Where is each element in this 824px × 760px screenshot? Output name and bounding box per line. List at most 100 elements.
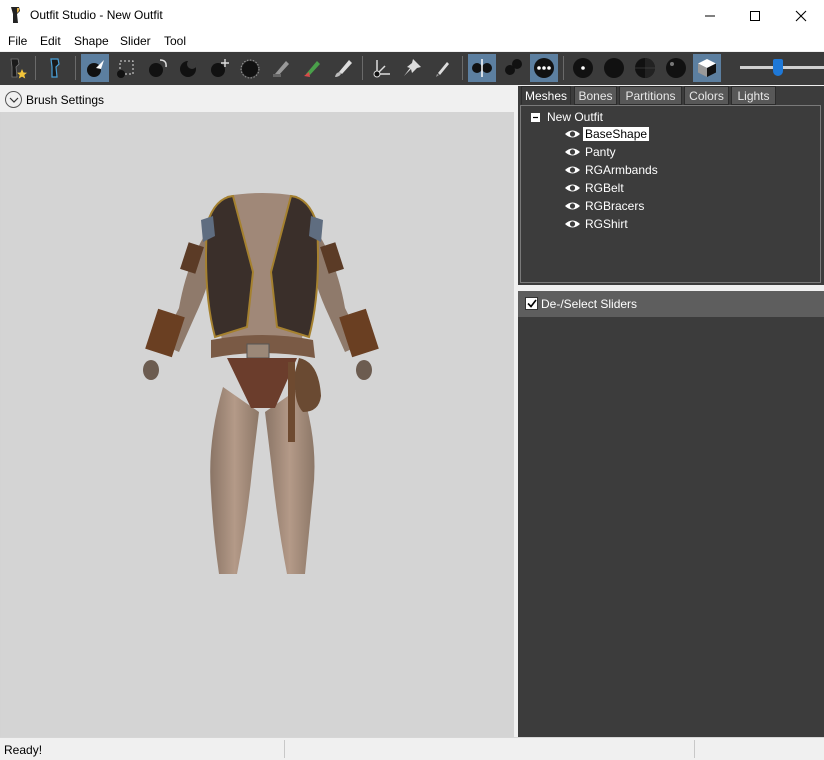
tree-item-label: RGBracers [585, 199, 645, 213]
connected-only-icon [505, 59, 522, 75]
box-select-button[interactable] [112, 54, 140, 82]
vertices-button[interactable] [569, 54, 597, 82]
maximize-icon [750, 10, 760, 21]
flat-shading-button[interactable] [600, 54, 628, 82]
select-sliders-checkbox[interactable] [525, 297, 538, 310]
left-panel: Brush Settings [0, 86, 516, 737]
tree-root-label[interactable]: New Outfit [547, 110, 603, 124]
tree-item-mesh[interactable]: Panty [564, 144, 618, 160]
collapse-icon[interactable] [531, 113, 540, 122]
menu-bar: File Edit Shape Slider Tool [0, 31, 824, 51]
textures-icon [698, 59, 716, 77]
minimize-button[interactable] [687, 0, 733, 31]
eye-icon[interactable] [564, 182, 581, 194]
select-brush-button[interactable] [81, 54, 109, 82]
tree-item-mesh[interactable]: RGShirt [564, 216, 630, 232]
pivot-icon [404, 59, 421, 76]
wireframe-icon [635, 58, 655, 78]
title-bar: Outfit Studio - New Outfit [0, 0, 824, 31]
deflate-brush-button[interactable] [174, 54, 202, 82]
smooth-brush-icon [240, 59, 260, 79]
tab-bones[interactable]: Bones [574, 86, 617, 105]
menu-file[interactable]: File [8, 34, 27, 48]
tree-item-label: RGArmbands [585, 163, 658, 177]
textures-button[interactable] [693, 54, 721, 82]
app-icon [11, 7, 20, 23]
load-outfit-icon [50, 58, 60, 78]
brush-settings-label: Brush Settings [26, 93, 105, 107]
tree-item-label: RGBelt [585, 181, 624, 195]
new-project-button[interactable] [2, 54, 30, 82]
menu-tool[interactable]: Tool [164, 34, 186, 48]
window-title: Outfit Studio - New Outfit [30, 8, 163, 22]
tree-item-mesh[interactable]: RGBelt [564, 180, 626, 196]
color-brush-button[interactable] [329, 54, 357, 82]
chevron-down-icon[interactable] [5, 91, 22, 108]
status-divider [284, 740, 285, 758]
vertex-edit-icon [436, 62, 449, 77]
toolbar-separator [563, 56, 564, 80]
zoom-slider-handle[interactable] [773, 59, 783, 76]
transform-button[interactable] [367, 54, 395, 82]
lighting-icon [666, 58, 686, 78]
tree-item-mesh[interactable]: RGBracers [564, 198, 646, 214]
move-brush-button[interactable] [205, 54, 233, 82]
maximize-button[interactable] [732, 0, 778, 31]
mask-brush-icon [273, 61, 289, 77]
checkmark-icon [526, 299, 537, 308]
weight-brush-button[interactable] [298, 54, 326, 82]
vertices-icon [573, 58, 593, 78]
status-divider [694, 740, 695, 758]
tree-item-label: BaseShape [583, 127, 650, 141]
select-brush-icon [87, 60, 104, 77]
mesh-tree[interactable]: New Outfit BaseShape Panty RGArmbands RG… [520, 105, 821, 283]
deflate-brush-icon [180, 59, 197, 77]
x-mirror-icon [472, 59, 492, 77]
menu-slider[interactable]: Slider [120, 34, 151, 48]
load-outfit-button[interactable] [42, 54, 70, 82]
minimize-icon [705, 15, 715, 16]
eye-icon[interactable] [564, 128, 581, 140]
x-mirror-button[interactable] [468, 54, 496, 82]
global-brush-button[interactable] [530, 54, 558, 82]
smooth-brush-button[interactable] [236, 54, 264, 82]
eye-icon[interactable] [564, 146, 581, 158]
menu-shape[interactable]: Shape [74, 34, 109, 48]
status-text: Ready! [4, 743, 43, 757]
flat-shading-icon [604, 58, 624, 78]
box-select-icon [117, 60, 134, 78]
3d-viewport[interactable] [1, 112, 514, 737]
menu-edit[interactable]: Edit [40, 34, 61, 48]
color-brush-icon [335, 60, 352, 77]
tab-lights[interactable]: Lights [731, 86, 776, 105]
slider-list [518, 317, 824, 737]
tab-meshes[interactable]: Meshes [521, 86, 571, 105]
toolbar-separator [35, 56, 36, 80]
brush-settings-header[interactable]: Brush Settings [0, 86, 516, 112]
pivot-button[interactable] [398, 54, 426, 82]
inflate-brush-icon [149, 59, 167, 77]
eye-icon[interactable] [564, 200, 581, 212]
inflate-brush-button[interactable] [143, 54, 171, 82]
eye-icon[interactable] [564, 218, 581, 230]
tree-item-label: Panty [585, 145, 616, 159]
lighting-button[interactable] [662, 54, 690, 82]
select-sliders-label[interactable]: De-/Select Sliders [541, 297, 637, 311]
tab-partitions[interactable]: Partitions [619, 86, 682, 105]
toolbar [0, 52, 824, 85]
vertex-edit-button[interactable] [429, 54, 457, 82]
new-project-icon [10, 58, 27, 79]
toolbar-separator [362, 56, 363, 80]
wireframe-button[interactable] [631, 54, 659, 82]
close-button[interactable] [778, 0, 824, 31]
tab-colors[interactable]: Colors [684, 86, 729, 105]
eye-icon[interactable] [564, 164, 581, 176]
tree-item-mesh[interactable]: RGArmbands [564, 162, 660, 178]
status-bar: Ready! [0, 737, 824, 760]
connected-only-button[interactable] [499, 54, 527, 82]
outfit-model-render [143, 193, 379, 574]
tree-item-mesh[interactable]: BaseShape [564, 126, 650, 142]
mask-brush-button[interactable] [267, 54, 295, 82]
global-brush-icon [534, 58, 554, 78]
outfit-studio-window: Outfit Studio - New Outfit File Edit Sha… [0, 0, 824, 760]
